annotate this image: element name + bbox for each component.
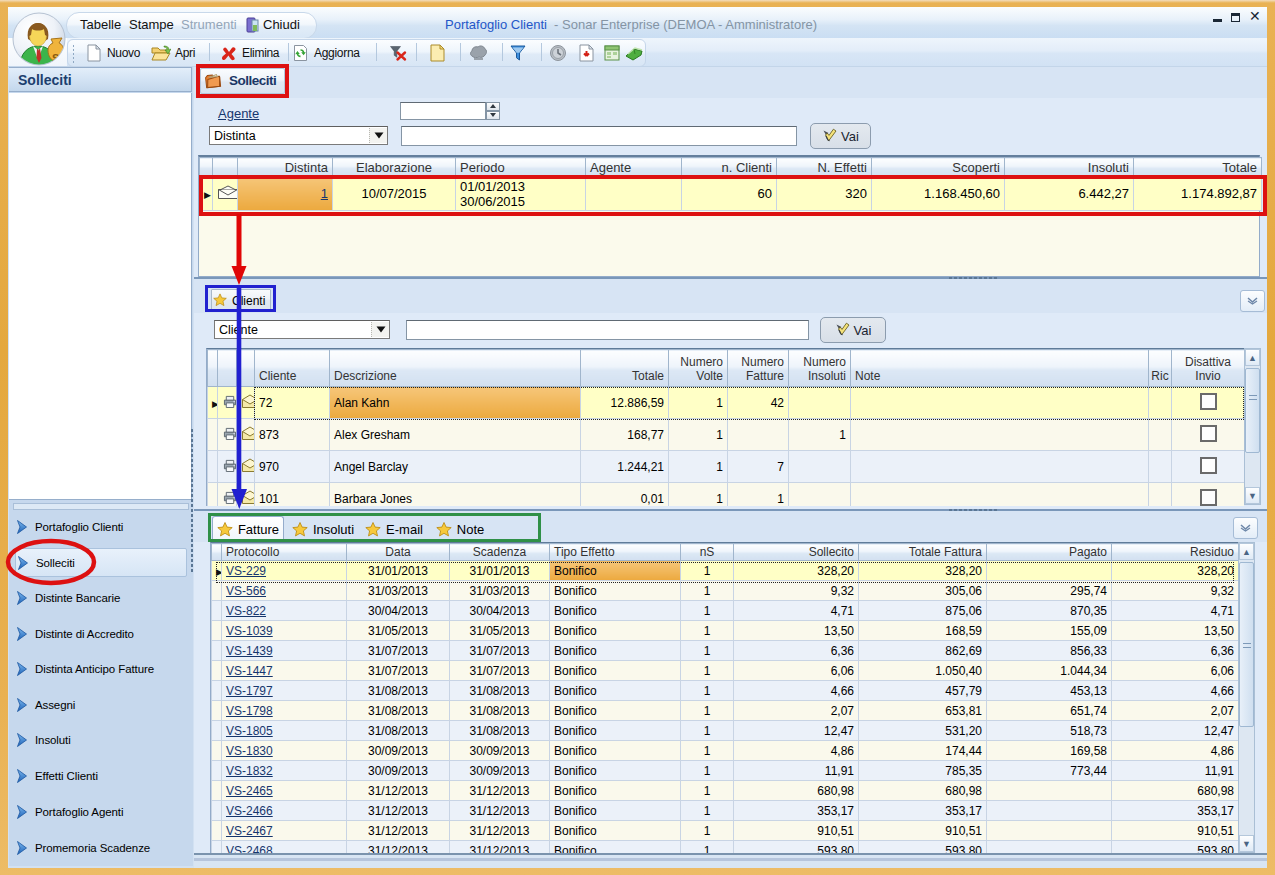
svg-text:S: S <box>52 52 59 64</box>
